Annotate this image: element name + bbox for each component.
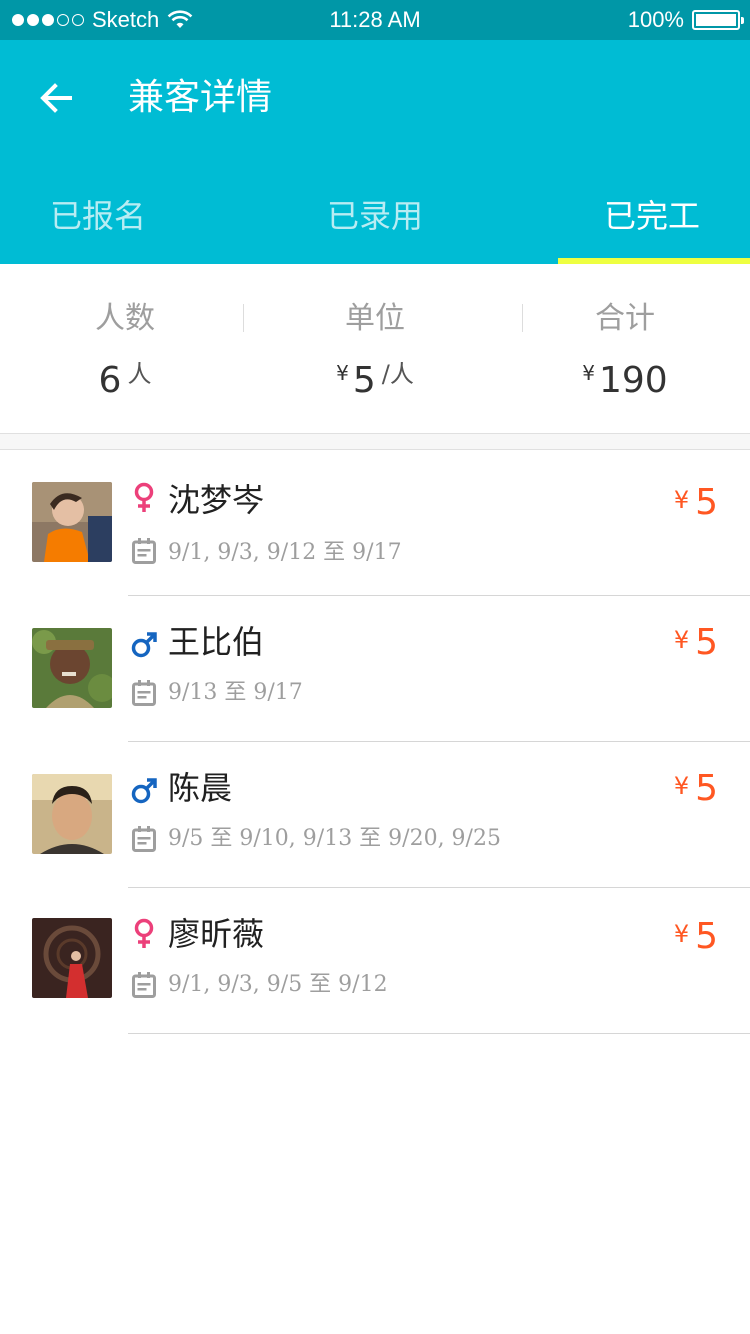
amount-value: 5 [695,916,718,957]
work-dates: 9/13 至 9/17 [168,680,303,705]
male-icon [130,774,158,806]
worker-name: 陈晨 [168,769,233,807]
worker-name: 王比伯 [168,623,265,661]
calendar-icon [132,972,156,998]
currency-symbol: ¥ [673,626,690,654]
page-title: 兼客详情 [128,77,273,118]
currency-symbol: ¥ [582,361,595,385]
app-header: 兼客详情 已报名 已录用 已完工 [0,40,750,264]
currency-symbol: ¥ [673,486,690,514]
tab-label: 已录用 [327,197,424,235]
worker-amount: ¥ 5 [674,768,718,809]
list-item[interactable]: 廖昕薇 9/1, 9/3, 9/5 至 9/12 ¥ 5 [0,888,750,1034]
summary-divider [243,304,244,332]
worker-amount: ¥ 5 [674,916,718,957]
amount-value: 5 [695,768,718,809]
item-divider [128,1033,750,1034]
summary-unit-price-label: 单位 [345,301,405,336]
tab-label: 已报名 [50,197,147,235]
summary-count-label: 人数 [95,301,155,336]
tab-hired[interactable]: 已录用 [267,164,484,264]
back-button[interactable] [30,72,82,124]
summary-total-label: 合计 [595,301,655,336]
summary-count-value: 6 [98,360,122,401]
status-bar: Sketch 11:28 AM 100% [0,0,750,40]
work-dates: 9/1, 9/3, 9/5 至 9/12 [168,972,388,997]
avatar [32,774,112,854]
worker-name: 沈梦岑 [168,481,265,519]
tab-completed[interactable]: 已完工 [483,164,750,264]
female-icon [130,918,158,950]
worker-list: 沈梦岑 9/1, 9/3, 9/12 至 9/17 ¥ 5 王比伯 9/13 至… [0,450,750,1034]
worker-amount: ¥ 5 [674,622,718,663]
summary-total-value: 190 [599,360,668,401]
avatar [32,482,112,562]
tab-registered[interactable]: 已报名 [0,164,267,264]
list-item[interactable]: 陈晨 9/5 至 9/10, 9/13 至 9/20, 9/25 ¥ 5 [0,742,750,888]
currency-symbol: ¥ [673,772,690,800]
male-icon [130,628,158,660]
avatar [32,628,112,708]
summary-panel: 人数 6 人 单位 ¥ 5 /人 合计 ¥ 190 [0,264,750,434]
battery-percent: 100% [627,7,684,32]
currency-symbol: ¥ [336,361,349,385]
amount-value: 5 [695,622,718,663]
summary-total: 合计 ¥ 190 [500,264,750,434]
female-icon [130,482,158,514]
list-item[interactable]: 王比伯 9/13 至 9/17 ¥ 5 [0,596,750,742]
arrow-left-icon [40,83,72,113]
tab-label: 已完工 [604,197,701,235]
summary-count: 人数 6 人 [0,264,250,434]
status-right: 100% [627,7,744,33]
calendar-icon [132,538,156,564]
tab-bar: 已报名 已录用 已完工 [0,164,750,264]
section-separator [0,433,750,450]
avatar [32,918,112,998]
currency-symbol: ¥ [673,920,690,948]
worker-amount: ¥ 5 [674,482,718,523]
summary-unit-price-value: 5 [352,360,376,401]
calendar-icon [132,826,156,852]
list-item[interactable]: 沈梦岑 9/1, 9/3, 9/12 至 9/17 ¥ 5 [0,450,750,596]
summary-unit-price-unit: /人 [381,360,414,388]
summary-count-unit: 人 [127,360,152,388]
work-dates: 9/5 至 9/10, 9/13 至 9/20, 9/25 [168,826,501,851]
worker-name: 廖昕薇 [168,915,265,953]
work-dates: 9/1, 9/3, 9/12 至 9/17 [168,540,402,565]
battery-icon [692,10,744,30]
amount-value: 5 [695,482,718,523]
summary-unit-price: 单位 ¥ 5 /人 [250,264,500,434]
calendar-icon [132,680,156,706]
